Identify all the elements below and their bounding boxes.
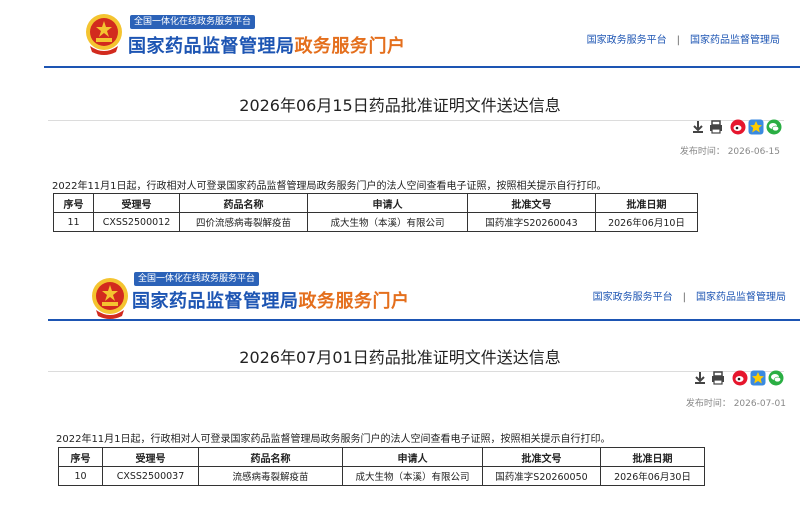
cell-acceptance-no: CXSS2500012 xyxy=(93,212,180,232)
header-divider xyxy=(44,66,800,68)
weibo-icon[interactable] xyxy=(732,370,748,386)
col-header-acceptance-no: 受理号 xyxy=(102,447,199,467)
site-brand[interactable]: 国家药品监督管理局政务服务门户 xyxy=(128,32,406,58)
cell-index: 11 xyxy=(53,212,94,232)
link-separator: | xyxy=(682,292,686,303)
col-header-approval-no: 批准文号 xyxy=(482,447,601,467)
notice-text: 2022年11月1日起，行政相对人可登录国家药品监督管理局政务服务门户的法人空间… xyxy=(56,434,611,445)
publish-date: 发布时间： 2026-06-15 xyxy=(679,147,780,157)
site-header: 全国一体化在线政务服务平台 国家药品监督管理局政务服务门户 国家政务服务平台 | 国… xyxy=(0,0,800,66)
col-header-approval-date: 批准日期 xyxy=(600,447,705,467)
download-icon[interactable] xyxy=(690,119,706,135)
platform-slogan: 全国一体化在线政务服务平台 xyxy=(134,272,260,286)
table-row: 10 CXSS2500037 流感病毒裂解疫苗 成大生物（本溪）有限公司 国药准… xyxy=(58,466,705,486)
table-header-row: 序号 受理号 药品名称 申请人 批准文号 批准日期 xyxy=(53,193,698,213)
document-title: 2026年07月01日药品批准证明文件送达信息 xyxy=(239,348,561,367)
cell-index: 10 xyxy=(58,466,103,486)
qzone-icon[interactable] xyxy=(748,119,764,135)
header-divider xyxy=(48,319,800,321)
share-toolbar xyxy=(690,119,786,137)
document-panel-1: 全国一体化在线政务服务平台 国家药品监督管理局政务服务门户 国家政务服务平台 | 国… xyxy=(0,0,800,250)
cell-acceptance-no: CXSS2500037 xyxy=(102,466,199,486)
notice-text: 2022年11月1日起，行政相对人可登录国家药品监督管理局政务服务门户的法人空间… xyxy=(52,181,607,192)
cell-applicant: 成大生物（本溪）有限公司 xyxy=(342,466,483,486)
col-header-approval-date: 批准日期 xyxy=(595,193,698,213)
col-header-index: 序号 xyxy=(58,447,103,467)
print-icon[interactable] xyxy=(710,370,726,386)
national-emblem-icon xyxy=(86,14,122,55)
col-header-drug-name: 药品名称 xyxy=(179,193,308,213)
cell-drug-name: 四价流感病毒裂解疫苗 xyxy=(179,212,308,232)
link-nmpa[interactable]: 国家药品监督管理局 xyxy=(690,35,780,46)
col-header-acceptance-no: 受理号 xyxy=(93,193,180,213)
cell-applicant: 成大生物（本溪）有限公司 xyxy=(307,212,468,232)
top-links: 国家政务服务平台 | 国家药品监督管理局 xyxy=(593,288,786,303)
platform-slogan: 全国一体化在线政务服务平台 xyxy=(130,15,256,29)
link-separator: | xyxy=(676,35,680,46)
link-national-platform[interactable]: 国家政务服务平台 xyxy=(587,35,667,46)
top-links: 国家政务服务平台 | 国家药品监督管理局 xyxy=(587,31,780,46)
brand-agency-name: 国家药品监督管理局 xyxy=(132,291,299,312)
cell-approval-no: 国药准字S20260050 xyxy=(482,466,601,486)
publish-date: 发布时间： 2026-07-01 xyxy=(685,399,786,409)
link-nmpa[interactable]: 国家药品监督管理局 xyxy=(696,292,786,303)
approval-table: 序号 受理号 药品名称 申请人 批准文号 批准日期 10 CXSS2500037… xyxy=(58,447,705,486)
download-icon[interactable] xyxy=(692,370,708,386)
document-title: 2026年06月15日药品批准证明文件送达信息 xyxy=(239,96,561,115)
national-emblem-icon xyxy=(92,278,128,319)
col-header-index: 序号 xyxy=(53,193,94,213)
cell-approval-date: 2026年06月10日 xyxy=(595,212,698,232)
qzone-icon[interactable] xyxy=(750,370,766,386)
table-header-row: 序号 受理号 药品名称 申请人 批准文号 批准日期 xyxy=(58,447,705,467)
brand-agency-name: 国家药品监督管理局 xyxy=(128,36,295,57)
table-row: 11 CXSS2500012 四价流感病毒裂解疫苗 成大生物（本溪）有限公司 国… xyxy=(53,212,698,232)
cell-approval-date: 2026年06月30日 xyxy=(600,466,705,486)
wechat-icon[interactable] xyxy=(768,370,784,386)
col-header-applicant: 申请人 xyxy=(307,193,468,213)
document-panel-2: 全国一体化在线政务服务平台 国家药品监督管理局政务服务门户 国家政务服务平台 | 国… xyxy=(0,262,800,505)
col-header-approval-no: 批准文号 xyxy=(467,193,596,213)
print-icon[interactable] xyxy=(708,119,724,135)
site-brand[interactable]: 国家药品监督管理局政务服务门户 xyxy=(132,287,410,313)
share-toolbar xyxy=(692,370,788,388)
weibo-icon[interactable] xyxy=(730,119,746,135)
approval-table: 序号 受理号 药品名称 申请人 批准文号 批准日期 11 CXSS2500012… xyxy=(53,193,698,232)
cell-approval-no: 国药准字S20260043 xyxy=(467,212,596,232)
brand-portal-name: 政务服务门户 xyxy=(298,291,410,312)
cell-drug-name: 流感病毒裂解疫苗 xyxy=(198,466,343,486)
title-divider xyxy=(48,120,784,121)
wechat-icon[interactable] xyxy=(766,119,782,135)
link-national-platform[interactable]: 国家政务服务平台 xyxy=(593,292,673,303)
brand-portal-name: 政务服务门户 xyxy=(294,36,406,57)
title-divider xyxy=(48,371,784,372)
col-header-applicant: 申请人 xyxy=(342,447,483,467)
col-header-drug-name: 药品名称 xyxy=(198,447,343,467)
